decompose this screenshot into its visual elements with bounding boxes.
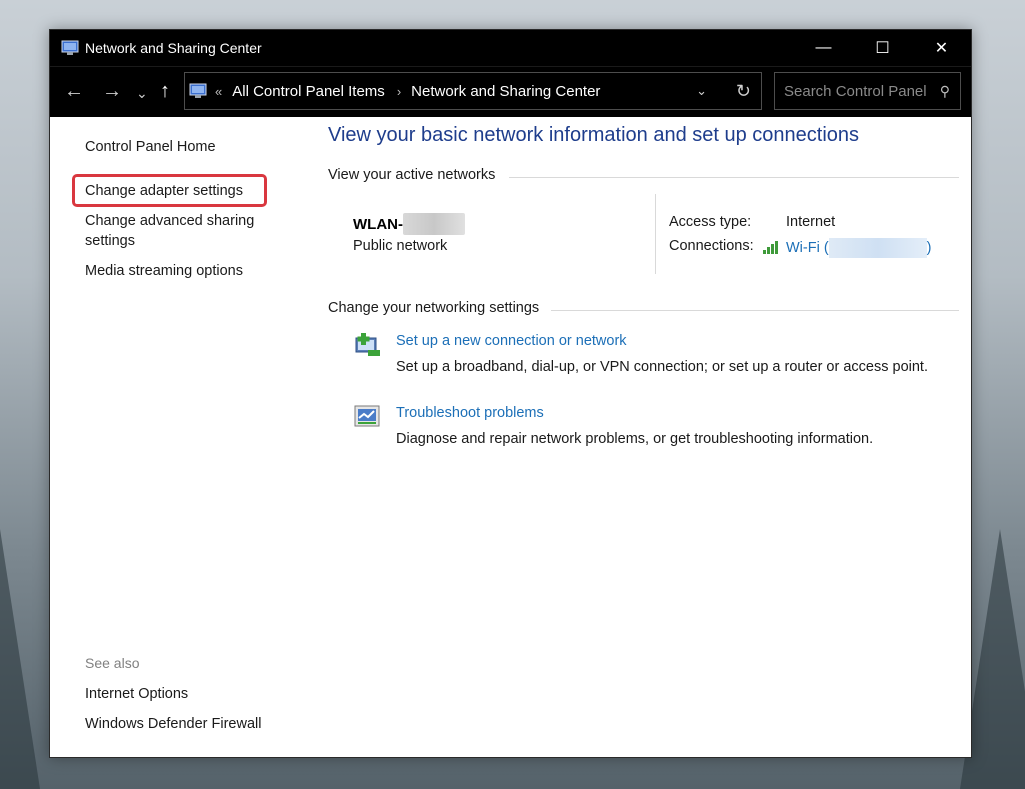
troubleshoot-icon [352, 402, 382, 432]
sidebar-item-change-advanced-sharing-settings[interactable]: Change advanced sharing settings [85, 211, 275, 251]
network-center-icon [61, 39, 79, 57]
search-placeholder: Search Control Panel [784, 82, 927, 100]
redacted-ssid [828, 238, 927, 258]
navigation-bar: ← → ⌄ ↑ « All Control Panel Items › Netw… [50, 66, 971, 117]
sidebar-item-control-panel-home[interactable]: Control Panel Home [85, 137, 216, 157]
connections-label: Connections: [669, 238, 754, 254]
address-dropdown-icon[interactable]: ⌄ [696, 83, 707, 99]
control-panel-icon [189, 82, 207, 100]
section-divider [551, 310, 959, 311]
recent-locations-chevron-icon[interactable]: ⌄ [136, 83, 148, 103]
network-name: WLAN- [353, 213, 465, 235]
back-arrow-icon[interactable]: ← [64, 81, 84, 101]
window-title: Network and Sharing Center [85, 40, 262, 56]
active-networks-title: View your active networks [328, 167, 496, 183]
sidebar-item-change-adapter-settings[interactable]: Change adapter settings [85, 181, 243, 201]
maximize-button[interactable]: ☐ [853, 30, 912, 66]
title-bar: Network and Sharing Center — ☐ ✕ [50, 30, 971, 66]
refresh-icon[interactable]: ↻ [736, 81, 751, 102]
troubleshoot-problems-description: Diagnose and repair network problems, or… [396, 431, 874, 447]
new-connection-icon [352, 330, 382, 360]
page-title: View your basic network information and … [328, 124, 860, 146]
wifi-signal-icon [763, 240, 781, 254]
troubleshoot-problems-link[interactable]: Troubleshoot problems [396, 405, 544, 421]
breadcrumb-separator-icon[interactable]: › [397, 84, 401, 99]
sidebar-item-media-streaming-options[interactable]: Media streaming options [85, 261, 243, 281]
breadcrumb-all-control-panel-items[interactable]: All Control Panel Items [232, 83, 385, 100]
redacted-network-name [402, 213, 465, 235]
breadcrumb-network-and-sharing-center[interactable]: Network and Sharing Center [411, 83, 600, 100]
wifi-connection-link[interactable]: Wi-Fi () [786, 238, 932, 258]
address-bar[interactable]: « All Control Panel Items › Network and … [184, 72, 762, 110]
search-icon[interactable]: ⚲ [940, 83, 950, 100]
search-input[interactable]: Search Control Panel ⚲ [774, 72, 961, 110]
main-content: View your basic network information and … [328, 117, 968, 757]
section-divider [509, 177, 959, 178]
wifi-link-close[interactable]: ) [927, 240, 932, 256]
overflow-chevron-icon[interactable]: « [215, 84, 222, 99]
sidebar: Control Panel Home Change adapter settin… [50, 117, 320, 757]
network-name-text: WLAN- [353, 215, 403, 233]
forward-arrow-icon[interactable]: → [102, 81, 122, 101]
minimize-button[interactable]: — [794, 30, 853, 66]
see-also-internet-options[interactable]: Internet Options [85, 684, 188, 704]
setup-new-connection-description: Set up a broadband, dial-up, or VPN conn… [396, 359, 928, 375]
access-type-label: Access type: [669, 214, 752, 230]
vertical-divider [655, 194, 656, 274]
up-arrow-icon[interactable]: ↑ [160, 81, 170, 101]
see-also-windows-defender-firewall[interactable]: Windows Defender Firewall [85, 714, 261, 734]
see-also-label: See also [85, 655, 140, 671]
access-type-value: Internet [786, 214, 836, 230]
window-controls: — ☐ ✕ [794, 30, 971, 66]
network-type: Public network [353, 238, 448, 254]
control-panel-window: Network and Sharing Center — ☐ ✕ ← → ⌄ ↑… [49, 29, 972, 758]
close-button[interactable]: ✕ [912, 30, 971, 66]
change-settings-title: Change your networking settings [328, 300, 540, 316]
setup-new-connection-link[interactable]: Set up a new connection or network [396, 333, 627, 349]
wifi-link-text[interactable]: Wi-Fi ( [786, 240, 829, 256]
background-tree [0, 529, 40, 789]
